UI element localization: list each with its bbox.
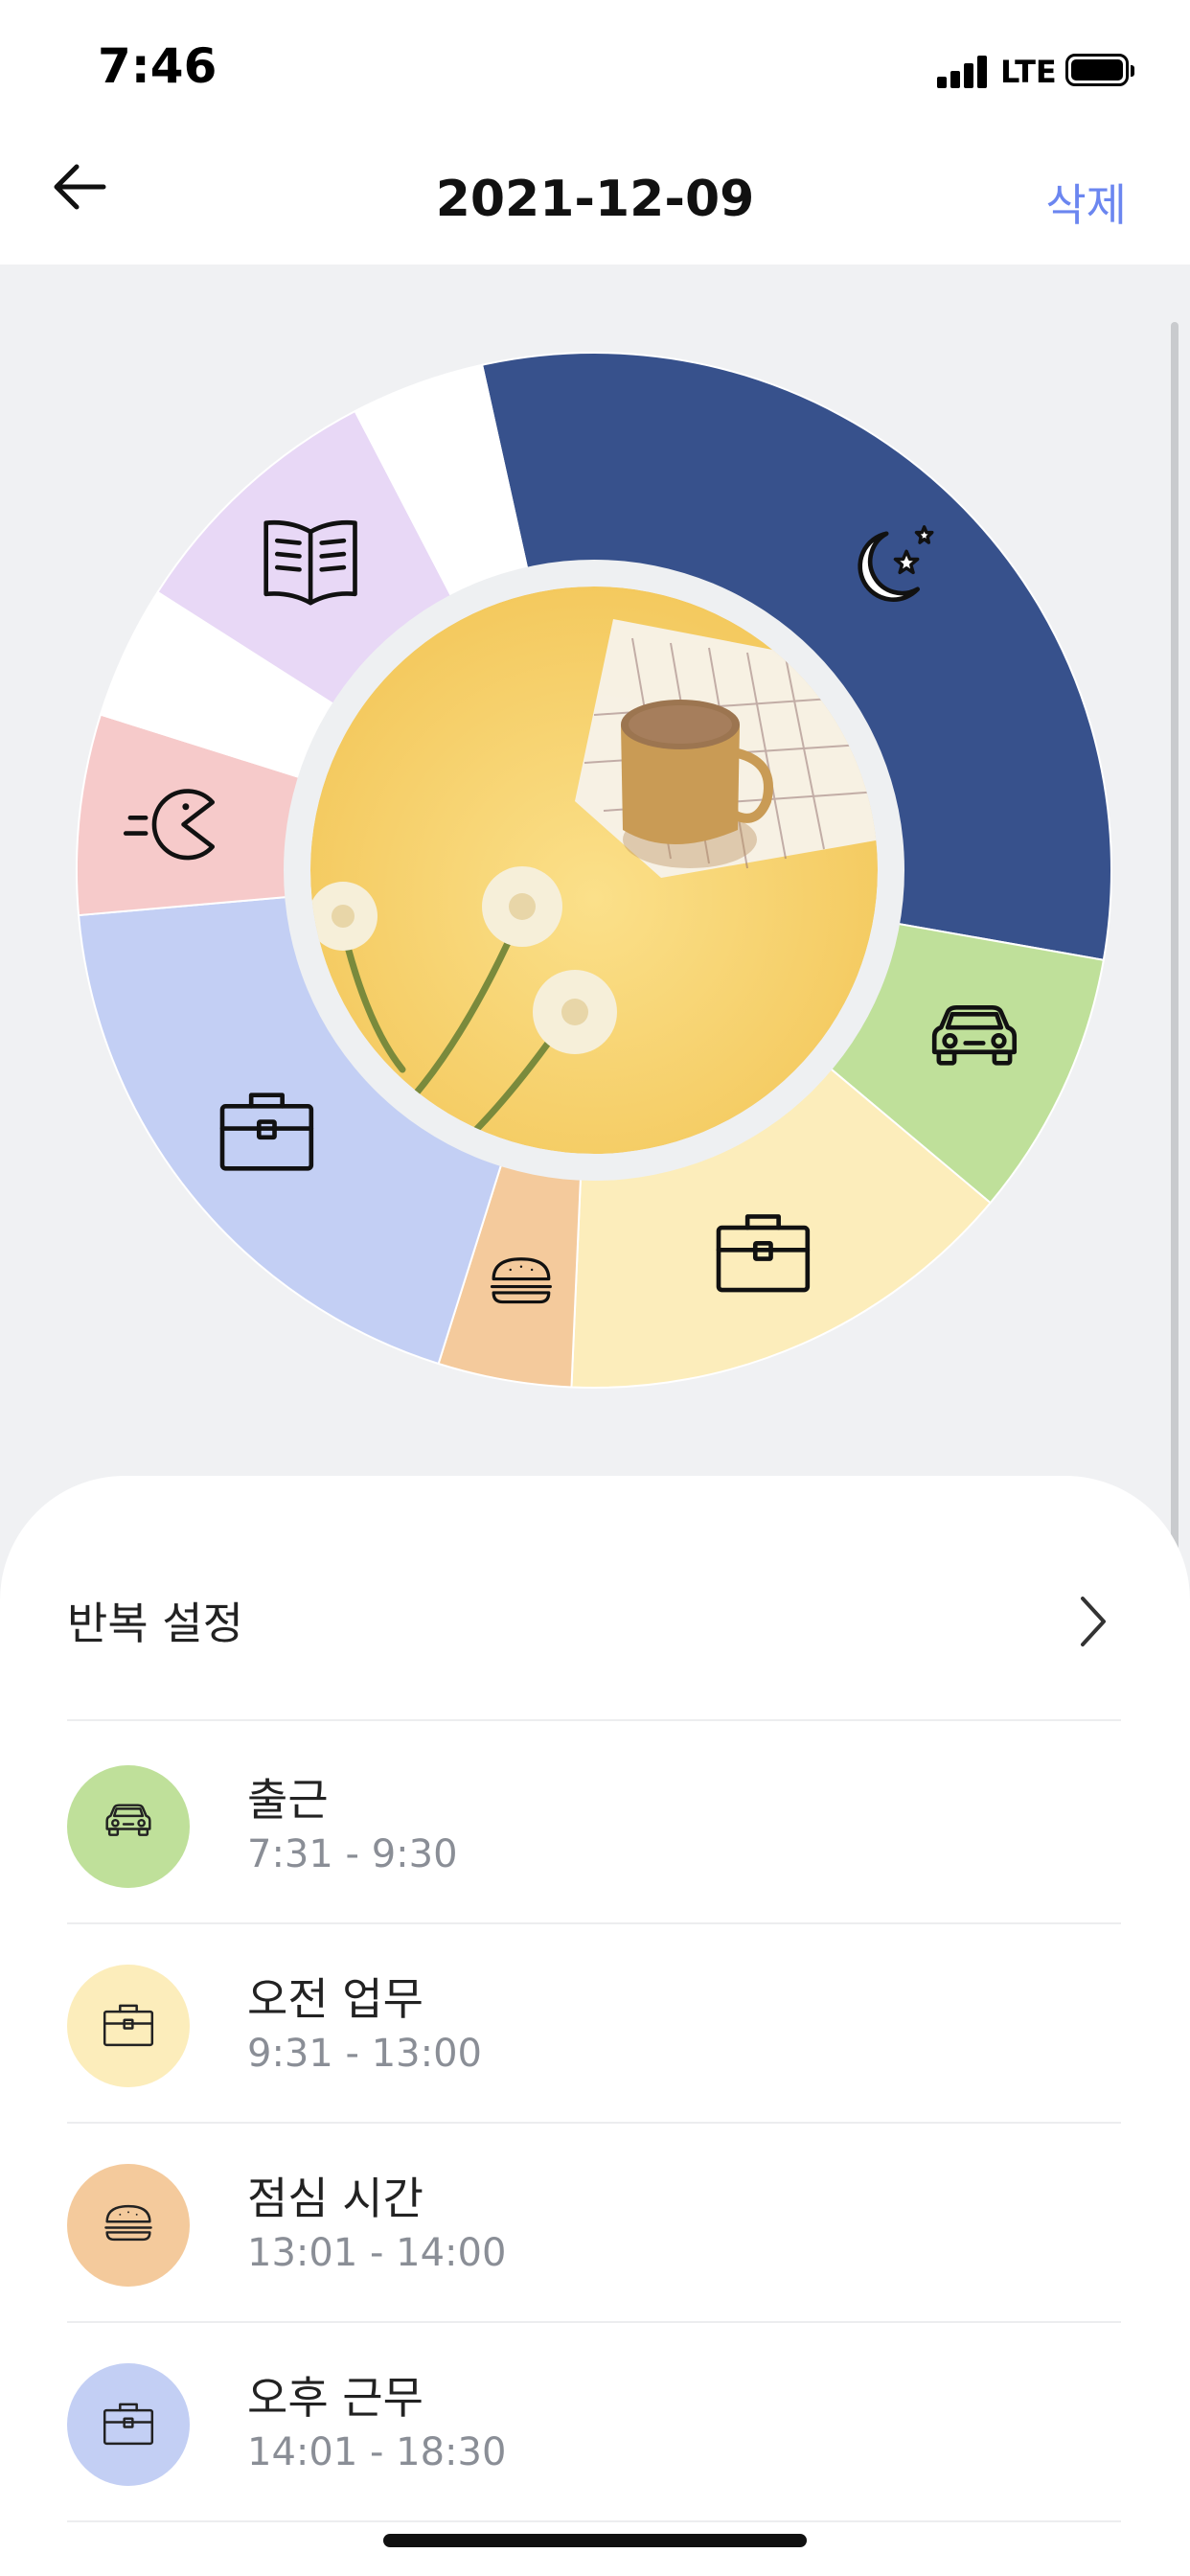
donut-chart bbox=[76, 352, 1112, 1389]
burger-icon bbox=[67, 2164, 190, 2287]
network-label: LTE bbox=[1000, 54, 1057, 90]
schedule-time: 9:31 - 13:00 bbox=[247, 2032, 482, 2076]
repeat-setting-label: 반복 설정 bbox=[67, 1598, 243, 1649]
schedule-title: 출근 bbox=[247, 1774, 329, 1826]
status-time: 7:46 bbox=[98, 38, 217, 94]
schedule-item[interactable]: 오후 근무 14:01 - 18:30 bbox=[67, 2321, 1121, 2518]
schedule-item[interactable]: 점심 시간 13:01 - 14:00 bbox=[67, 2122, 1121, 2319]
schedule-sheet: 반복 설정 출근 7:31 - 9:30 오전 업무 9:31 - 13:00 bbox=[0, 1476, 1190, 2576]
battery-icon bbox=[1065, 54, 1134, 86]
header: 2021-12-09 삭제 bbox=[0, 144, 1190, 264]
car-icon bbox=[67, 1765, 190, 1888]
briefcase-icon bbox=[67, 1965, 190, 2087]
status-bar: 7:46 LTE bbox=[0, 0, 1190, 144]
page-title: 2021-12-09 bbox=[435, 171, 755, 228]
schedule-title: 오전 업무 bbox=[247, 1973, 423, 2025]
divider bbox=[67, 1719, 1121, 1721]
chevron-right-icon bbox=[1081, 1597, 1106, 1646]
schedule-title: 오후 근무 bbox=[247, 2372, 423, 2424]
center-photo[interactable] bbox=[309, 586, 881, 1154]
daily-schedule-donut bbox=[0, 264, 1190, 1472]
signal-icon bbox=[937, 54, 993, 88]
repeat-setting-row[interactable]: 반복 설정 bbox=[67, 1476, 1121, 1715]
home-indicator[interactable] bbox=[383, 2534, 807, 2547]
schedule-title: 점심 시간 bbox=[247, 2173, 423, 2224]
delete-button[interactable]: 삭제 bbox=[1045, 171, 1127, 234]
schedule-time: 7:31 - 9:30 bbox=[247, 1832, 458, 1876]
schedule-item[interactable]: 출근 7:31 - 9:30 bbox=[67, 1723, 1121, 1920]
schedule-time: 14:01 - 18:30 bbox=[247, 2430, 507, 2474]
schedule-item[interactable]: 오전 업무 9:31 - 13:00 bbox=[67, 1922, 1121, 2120]
schedule-time: 13:01 - 14:00 bbox=[247, 2231, 507, 2275]
divider bbox=[67, 2520, 1121, 2522]
briefcase-icon bbox=[67, 2363, 190, 2486]
